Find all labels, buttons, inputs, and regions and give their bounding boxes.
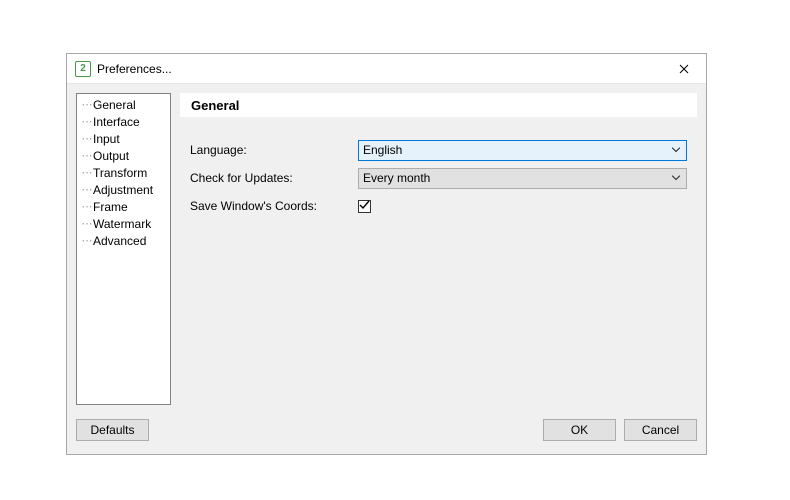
coords-label: Save Window's Coords: [180, 199, 358, 213]
window-title: Preferences... [97, 62, 172, 76]
section-heading: General [180, 93, 697, 117]
sidebar-item-label: Output [93, 149, 129, 163]
sidebar-item-transform[interactable]: ⋯ Transform [77, 164, 170, 181]
language-label: Language: [180, 143, 358, 157]
tree-connector-icon: ⋯ [81, 149, 93, 162]
coords-checkbox[interactable] [358, 200, 371, 213]
language-dropdown[interactable]: English [358, 140, 687, 161]
sidebar-item-output[interactable]: ⋯ Output [77, 147, 170, 164]
tree-connector-icon: ⋯ [81, 200, 93, 213]
updates-label: Check for Updates: [180, 171, 358, 185]
chevron-down-icon [672, 176, 680, 181]
ok-button[interactable]: OK [543, 419, 616, 441]
tree-connector-icon: ⋯ [81, 234, 93, 247]
sidebar-item-label: General [93, 98, 136, 112]
sidebar-item-label: Input [93, 132, 120, 146]
language-value: English [363, 143, 402, 157]
sidebar-item-label: Transform [93, 166, 147, 180]
close-button[interactable] [661, 54, 706, 84]
sidebar-item-label: Frame [93, 200, 128, 214]
settings-panel: General Language: English Check for Upda… [180, 93, 697, 405]
sidebar-item-label: Interface [93, 115, 140, 129]
app-icon: 2 [75, 61, 91, 77]
sidebar-item-label: Watermark [93, 217, 151, 231]
tree-connector-icon: ⋯ [81, 217, 93, 230]
sidebar-item-adjustment[interactable]: ⋯ Adjustment [77, 181, 170, 198]
dialog-footer: Defaults OK Cancel [67, 414, 706, 454]
defaults-button[interactable]: Defaults [76, 419, 149, 441]
updates-row: Check for Updates: Every month [180, 167, 697, 189]
sidebar-item-watermark[interactable]: ⋯ Watermark [77, 215, 170, 232]
tree-connector-icon: ⋯ [81, 166, 93, 179]
language-row: Language: English [180, 139, 697, 161]
sidebar-item-interface[interactable]: ⋯ Interface [77, 113, 170, 130]
updates-dropdown[interactable]: Every month [358, 168, 687, 189]
tree-connector-icon: ⋯ [81, 132, 93, 145]
sidebar-item-label: Adjustment [93, 183, 153, 197]
sidebar-item-input[interactable]: ⋯ Input [77, 130, 170, 147]
sidebar-item-label: Advanced [93, 234, 146, 248]
tree-connector-icon: ⋯ [81, 183, 93, 196]
category-tree: ⋯ General ⋯ Interface ⋯ Input ⋯ Output ⋯… [76, 93, 171, 405]
sidebar-item-advanced[interactable]: ⋯ Advanced [77, 232, 170, 249]
tree-connector-icon: ⋯ [81, 98, 93, 111]
cancel-button[interactable]: Cancel [624, 419, 697, 441]
preferences-dialog: 2 Preferences... ⋯ General ⋯ Interface ⋯… [66, 53, 707, 455]
chevron-down-icon [672, 148, 680, 153]
titlebar: 2 Preferences... [67, 54, 706, 84]
sidebar-item-general[interactable]: ⋯ General [77, 96, 170, 113]
sidebar-item-frame[interactable]: ⋯ Frame [77, 198, 170, 215]
dialog-content: ⋯ General ⋯ Interface ⋯ Input ⋯ Output ⋯… [67, 84, 706, 414]
close-icon [679, 64, 689, 74]
coords-checkbox-cell [358, 200, 697, 213]
checkmark-icon [359, 200, 370, 211]
coords-row: Save Window's Coords: [180, 195, 697, 217]
updates-value: Every month [363, 171, 430, 185]
tree-connector-icon: ⋯ [81, 115, 93, 128]
